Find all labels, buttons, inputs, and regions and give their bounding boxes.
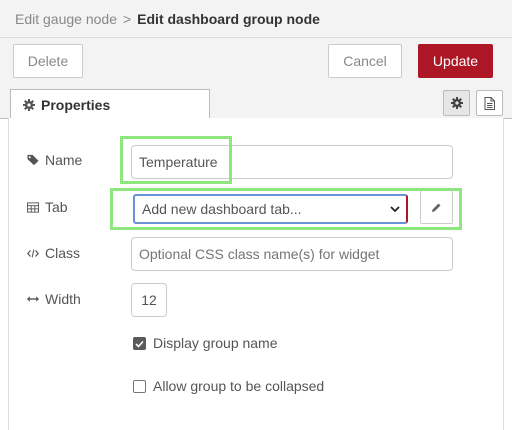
check-icon (135, 340, 144, 348)
display-group-name-label: Display group name (153, 335, 278, 351)
settings-tab-button[interactable] (443, 90, 470, 116)
update-button[interactable]: Update (418, 44, 493, 78)
width-label: Width (27, 291, 81, 307)
tab-select-value: Add new dashboard tab... (142, 201, 302, 217)
edit-tab-button[interactable] (420, 190, 453, 224)
name-field[interactable]: Temperature (131, 145, 453, 179)
tab-select[interactable]: Add new dashboard tab... (133, 194, 408, 224)
gear-icon (450, 97, 463, 109)
action-bar: Delete Cancel Update (0, 38, 512, 84)
code-icon (27, 248, 39, 259)
tab-properties-label: Properties (41, 97, 111, 113)
chevron-down-icon (390, 205, 400, 213)
breadcrumb: Edit gauge node > Edit dashboard group nod… (15, 11, 320, 27)
delete-button[interactable]: Delete (13, 44, 83, 78)
allow-collapse-checkbox[interactable] (133, 380, 146, 393)
breadcrumb-separator: > (122, 11, 132, 27)
description-tab-button[interactable] (476, 90, 503, 116)
document-icon (484, 96, 495, 110)
tab-label: Tab (27, 199, 68, 215)
width-label-text: Width (45, 291, 81, 307)
name-label: Name (27, 152, 82, 168)
tag-icon (27, 154, 39, 166)
breadcrumb-parent[interactable]: Edit gauge node (15, 11, 117, 27)
allow-collapse-label: Allow group to be collapsed (153, 378, 325, 394)
arrows-h-icon (27, 295, 39, 303)
display-group-name-checkbox[interactable] (133, 337, 146, 350)
tab-properties[interactable]: Properties (10, 89, 210, 120)
breadcrumb-current: Edit dashboard group node (137, 11, 320, 27)
gear-icon (23, 99, 35, 111)
pencil-icon (431, 202, 442, 213)
tray-header: Edit gauge node > Edit dashboard group nod… (0, 0, 512, 38)
width-field[interactable]: 12 (131, 283, 167, 317)
tab-strip: Properties (0, 84, 512, 120)
table-icon (27, 201, 39, 213)
tab-label-text: Tab (45, 199, 68, 215)
class-label: Class (27, 245, 80, 261)
class-label-text: Class (45, 245, 81, 261)
class-field[interactable] (131, 237, 453, 271)
name-label-text: Name (45, 152, 83, 168)
cancel-button[interactable]: Cancel (328, 44, 402, 78)
